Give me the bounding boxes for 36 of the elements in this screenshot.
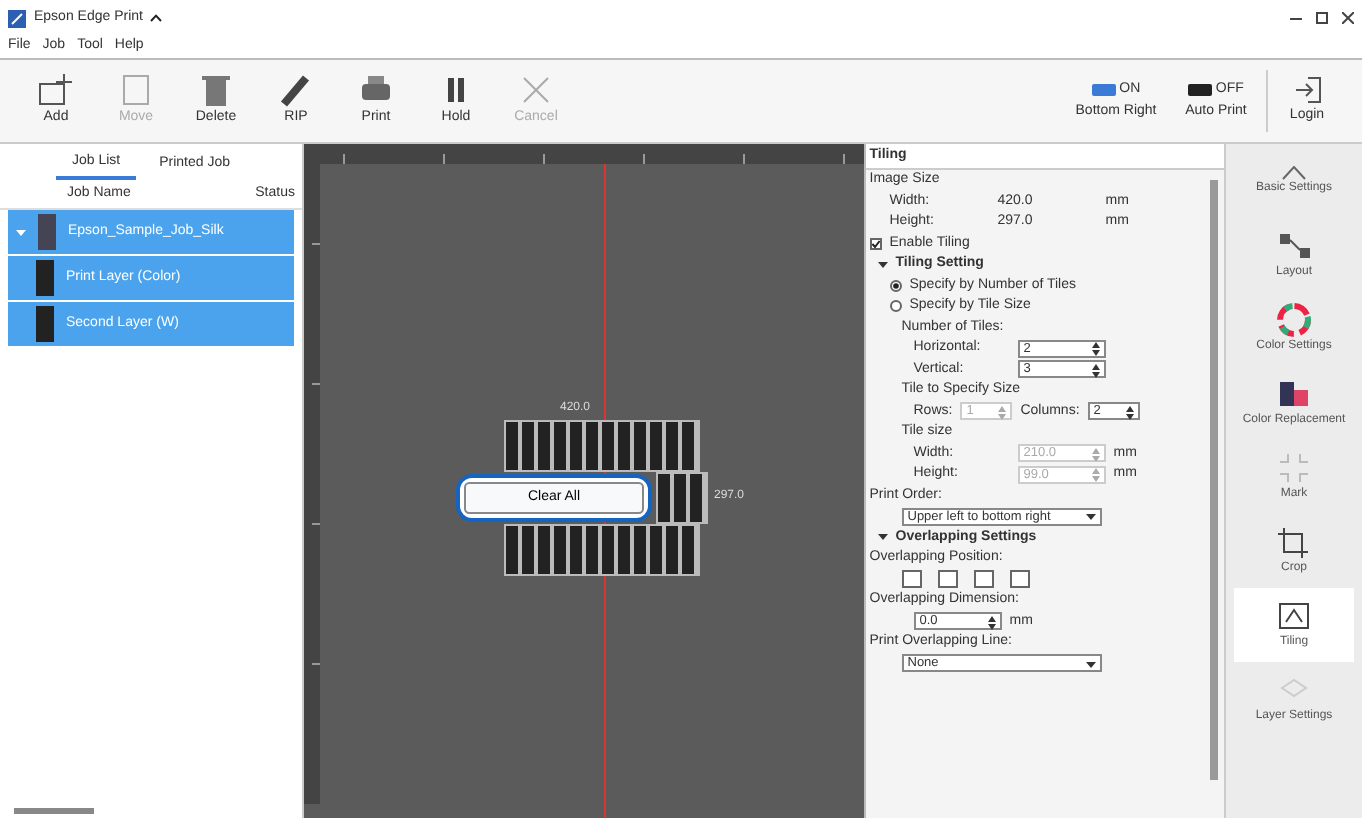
close-icon[interactable] [1342,12,1354,24]
color-swap-icon [1274,376,1314,412]
thumbnail-icon [38,214,56,251]
caret-icon[interactable] [1085,514,1096,521]
thumbnail-icon [36,260,54,297]
chevron-icon [1282,165,1306,179]
checkbox[interactable] [869,237,882,250]
tiles-icon [1274,598,1314,634]
overlap-position-icon[interactable] [1009,570,1030,589]
radio-button[interactable] [889,279,902,292]
overlap-position-icon[interactable] [937,570,958,589]
crop-marks-icon [1274,450,1314,486]
layout-icon [1274,228,1314,264]
overlap-position-icon[interactable] [973,570,994,589]
caret-icon[interactable] [150,14,163,22]
crop-icon [1274,524,1314,560]
add-icon [36,72,76,109]
maximize-icon[interactable] [1316,12,1328,24]
app-icon [8,9,26,27]
toggle-icon [1188,84,1213,97]
spin-arrows-icon[interactable] [987,615,996,630]
radio-button[interactable] [889,300,902,313]
minimize-icon[interactable] [1290,17,1302,19]
spin-arrows-icon[interactable] [1125,405,1134,420]
color-wheel-icon [1274,302,1314,338]
scrollbar-thumb[interactable] [14,807,94,813]
expander-icon[interactable] [877,532,888,543]
toggle-icon [1091,84,1116,97]
spin-arrows-icon[interactable] [1091,342,1100,357]
caret-icon[interactable] [1085,661,1096,668]
expander-icon[interactable] [877,259,888,270]
thumbnail-icon [36,306,54,343]
login-icon [1291,74,1323,107]
overlap-position-icon[interactable] [901,570,922,589]
trash-icon [196,72,236,109]
spin-arrows-icon[interactable] [1091,363,1100,378]
